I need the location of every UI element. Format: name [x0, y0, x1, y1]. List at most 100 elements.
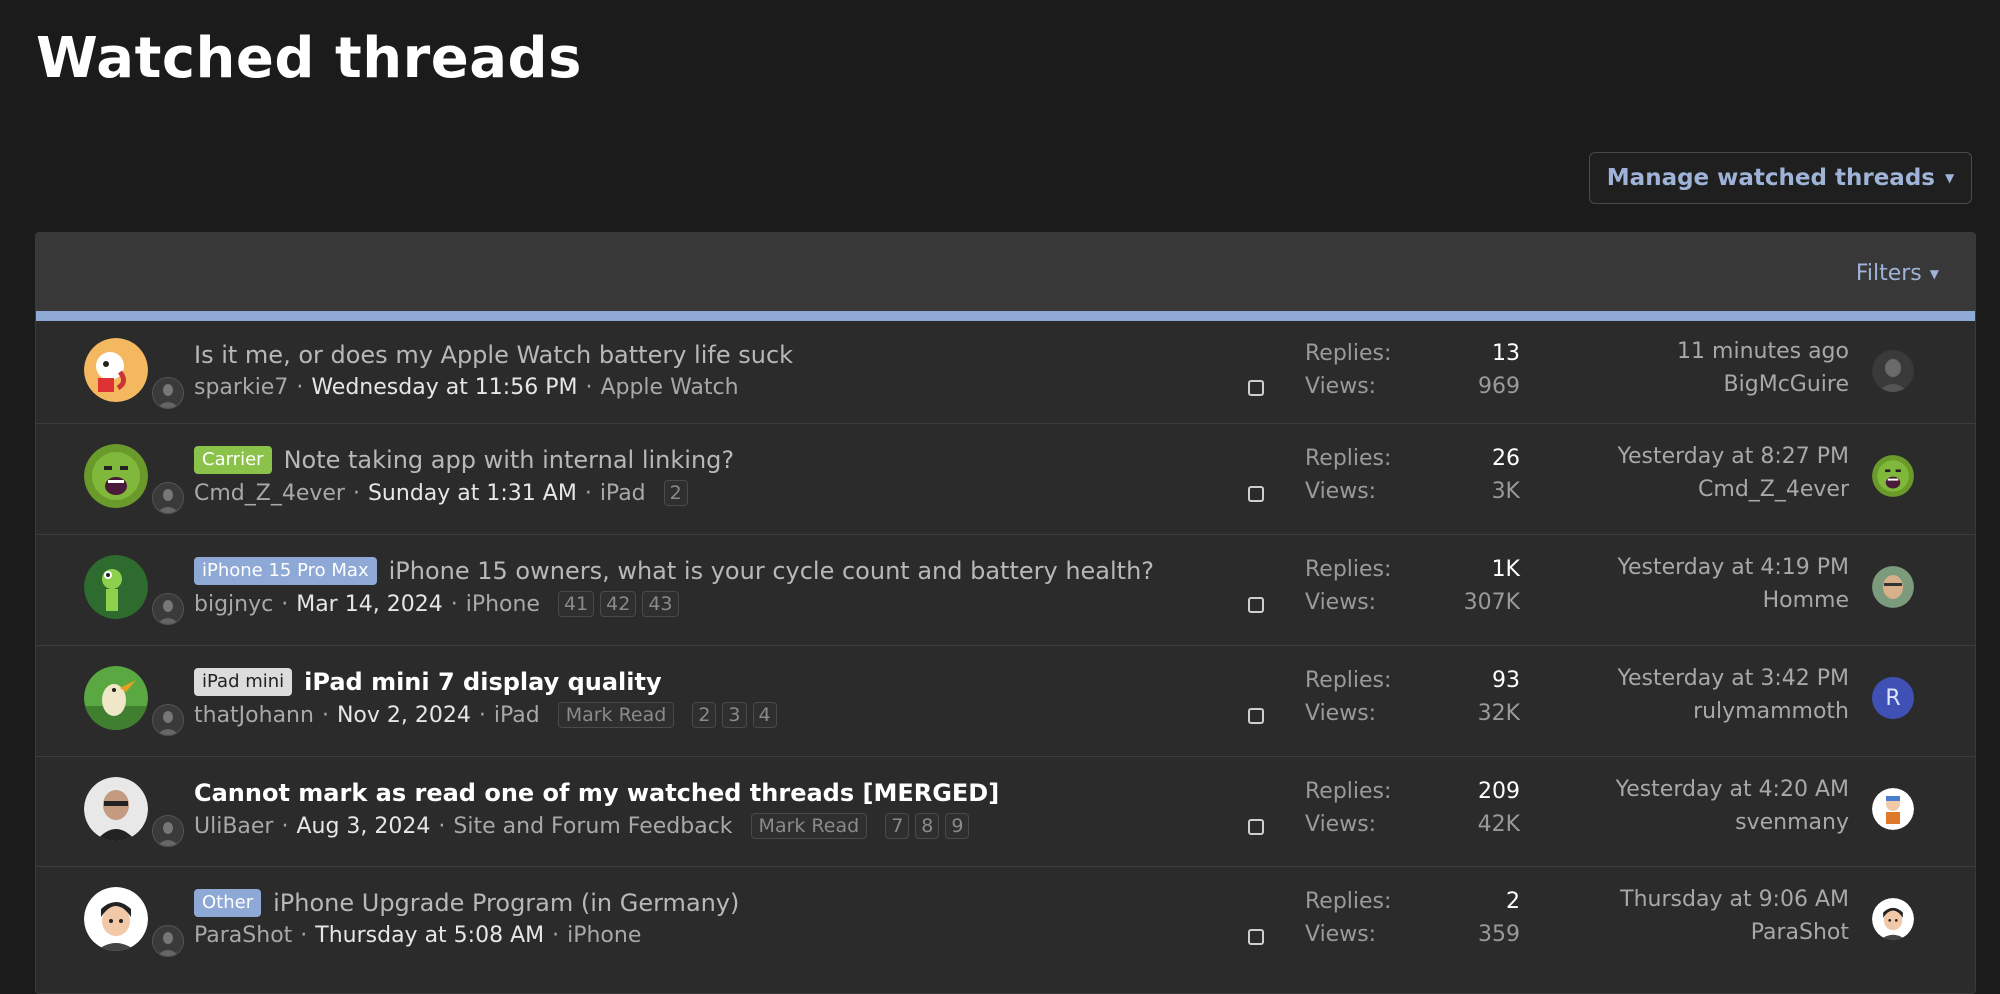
thread-row[interactable]: iPad mini iPad mini 7 display quality that…	[36, 645, 1975, 756]
separator-dot: ·	[552, 923, 560, 948]
thread-title-link[interactable]: iPad mini 7 display quality	[304, 668, 661, 696]
thread-author-link[interactable]: Cmd_Z_4ever	[194, 481, 345, 506]
replies-label: Replies:	[1305, 557, 1392, 582]
thread-start-date[interactable]: Thursday at 5:08 AM	[315, 923, 544, 948]
thread-title-link[interactable]: iPhone 15 owners, what is your cycle cou…	[389, 557, 1154, 585]
thread-author-link[interactable]: bigjnyc	[194, 592, 273, 617]
last-post-time-link[interactable]: Yesterday at 3:42 PM	[1617, 666, 1849, 691]
last-post-time-link[interactable]: Thursday at 9:06 AM	[1620, 887, 1849, 912]
cartoon-bird-avatar[interactable]	[84, 666, 148, 730]
page-jump-link[interactable]: 2	[663, 480, 688, 506]
thread-forum-link[interactable]: iPhone	[567, 923, 641, 948]
face-photo-avatar[interactable]	[1872, 566, 1914, 608]
thread-title-link[interactable]: Cannot mark as read one of my watched th…	[194, 779, 999, 807]
thread-row[interactable]: iPhone 15 Pro Max iPhone 15 owners, what …	[36, 534, 1975, 645]
last-post-time-link[interactable]: 11 minutes ago	[1677, 339, 1849, 364]
green-frog-avatar[interactable]	[84, 555, 148, 619]
thread-author-link[interactable]: sparkie7	[194, 375, 288, 400]
thread-start-date[interactable]: Wednesday at 11:56 PM	[311, 375, 577, 400]
cartoon-dog-avatar[interactable]	[84, 338, 148, 402]
thread-forum-link[interactable]: Apple Watch	[600, 375, 738, 400]
thread-author-link[interactable]: UliBaer	[194, 814, 273, 839]
man-photo-avatar[interactable]	[84, 777, 148, 841]
select-thread-checkbox[interactable]	[1248, 708, 1264, 724]
page-title: Watched threads	[36, 26, 582, 91]
thread-prefix-badge[interactable]: iPad mini	[194, 668, 293, 696]
memoji-avatar[interactable]	[1872, 898, 1914, 940]
thread-title-link[interactable]: Note taking app with internal linking?	[284, 446, 735, 474]
select-thread-checkbox[interactable]	[1248, 597, 1264, 613]
views-label: Views:	[1305, 812, 1377, 837]
separator-dot: ·	[352, 480, 360, 506]
thread-title-link[interactable]: iPhone Upgrade Program (in Germany)	[273, 889, 739, 917]
thread-row[interactable]: Cannot mark as read one of my watched th…	[36, 756, 1975, 866]
last-poster-link[interactable]: Cmd_Z_4ever	[1698, 477, 1849, 502]
mark-read-button[interactable]: Mark Read	[557, 702, 675, 728]
page-jump-link[interactable]: 4	[752, 702, 777, 728]
thread-forum-link[interactable]: Site and Forum Feedback	[453, 814, 732, 839]
thread-row[interactable]: Carrier Note taking app with internal lin…	[36, 423, 1975, 534]
select-thread-checkbox[interactable]	[1248, 380, 1264, 396]
thread-title-link[interactable]: Is it me, or does my Apple Watch battery…	[194, 341, 793, 369]
thread-forum-link[interactable]: iPad	[600, 481, 646, 506]
page-jump-link[interactable]: 7	[885, 813, 910, 839]
page-jump-link[interactable]: 3	[722, 702, 747, 728]
caret-down-icon: ▼	[1929, 266, 1939, 281]
last-poster-link[interactable]: svenmany	[1735, 810, 1849, 835]
thread-prefix-badge[interactable]: Carrier	[194, 446, 272, 474]
thread-meta: bigjnyc · Mar 14, 2024 · iPhone 41 42 43	[194, 591, 679, 617]
last-post-time-link[interactable]: Yesterday at 8:27 PM	[1617, 444, 1849, 469]
select-thread-checkbox[interactable]	[1248, 486, 1264, 502]
replies-label: Replies:	[1305, 341, 1392, 366]
dark-photo-avatar[interactable]	[1872, 350, 1914, 392]
memoji-avatar[interactable]	[84, 887, 148, 951]
letter-avatar-icon[interactable]: R	[1872, 677, 1914, 719]
last-poster-mini-avatar-icon	[152, 925, 184, 957]
select-thread-checkbox[interactable]	[1248, 819, 1264, 835]
thread-start-date[interactable]: Sunday at 1:31 AM	[368, 481, 577, 506]
title-line: Is it me, or does my Apple Watch battery…	[194, 341, 793, 369]
filters-button[interactable]: Filters ▼	[1856, 261, 1939, 286]
title-line: iPhone 15 Pro Max iPhone 15 owners, what …	[194, 557, 1154, 585]
title-line: Other iPhone Upgrade Program (in Germany)	[194, 889, 739, 917]
replies-count: 26	[1492, 446, 1520, 471]
page-jump-link[interactable]: 41	[557, 591, 595, 617]
title-line: Cannot mark as read one of my watched th…	[194, 779, 999, 807]
cartoon-person-avatar[interactable]	[1872, 788, 1914, 830]
select-thread-checkbox[interactable]	[1248, 929, 1264, 945]
thread-meta: UliBaer · Aug 3, 2024 · Site and Forum Feedb…	[194, 813, 970, 839]
thread-row[interactable]: Other iPhone Upgrade Program (in Germany)…	[36, 866, 1975, 977]
thread-meta: thatJohann · Nov 2, 2024 · iPad Mark Read 2 3 4	[194, 702, 777, 728]
page-jump-link[interactable]: 8	[915, 813, 940, 839]
thread-start-date[interactable]: Aug 3, 2024	[296, 814, 430, 839]
green-hulk-avatar[interactable]	[1872, 455, 1914, 497]
thread-row[interactable]: Is it me, or does my Apple Watch battery…	[36, 321, 1975, 423]
last-poster-link[interactable]: BigMcGuire	[1724, 372, 1849, 397]
thread-prefix-badge[interactable]: Other	[194, 889, 262, 917]
separator-dot: ·	[300, 923, 308, 948]
last-poster-link[interactable]: ParaShot	[1751, 920, 1849, 945]
page-jump-link[interactable]: 43	[642, 591, 679, 617]
last-post-time-link[interactable]: Yesterday at 4:19 PM	[1617, 555, 1849, 580]
last-poster-link[interactable]: rulymammoth	[1693, 699, 1849, 724]
page-jump-link[interactable]: 42	[600, 591, 637, 617]
caret-down-icon: ▼	[1944, 171, 1955, 185]
page-jump-link[interactable]: 9	[945, 813, 970, 839]
mark-read-button[interactable]: Mark Read	[750, 813, 868, 839]
thread-start-date[interactable]: Mar 14, 2024	[296, 592, 442, 617]
last-poster-link[interactable]: Homme	[1763, 588, 1849, 613]
thread-author-link[interactable]: thatJohann	[194, 703, 314, 728]
thread-prefix-badge[interactable]: iPhone 15 Pro Max	[194, 557, 377, 585]
last-post-time-link[interactable]: Yesterday at 4:20 AM	[1616, 777, 1849, 802]
manage-watched-threads-button[interactable]: Manage watched threads ▼	[1589, 152, 1972, 204]
thread-author-link[interactable]: ParaShot	[194, 923, 292, 948]
page-jump-link[interactable]: 2	[692, 702, 717, 728]
thread-meta: sparkie7 · Wednesday at 11:56 PM · Apple Wat…	[194, 375, 739, 400]
views-label: Views:	[1305, 479, 1377, 504]
thread-start-date[interactable]: Nov 2, 2024	[337, 703, 471, 728]
thread-forum-link[interactable]: iPad	[494, 703, 540, 728]
green-hulk-avatar[interactable]	[84, 444, 148, 508]
thread-forum-link[interactable]: iPhone	[466, 592, 540, 617]
last-poster-mini-avatar-icon	[152, 482, 184, 514]
views-count: 3K	[1491, 479, 1520, 504]
